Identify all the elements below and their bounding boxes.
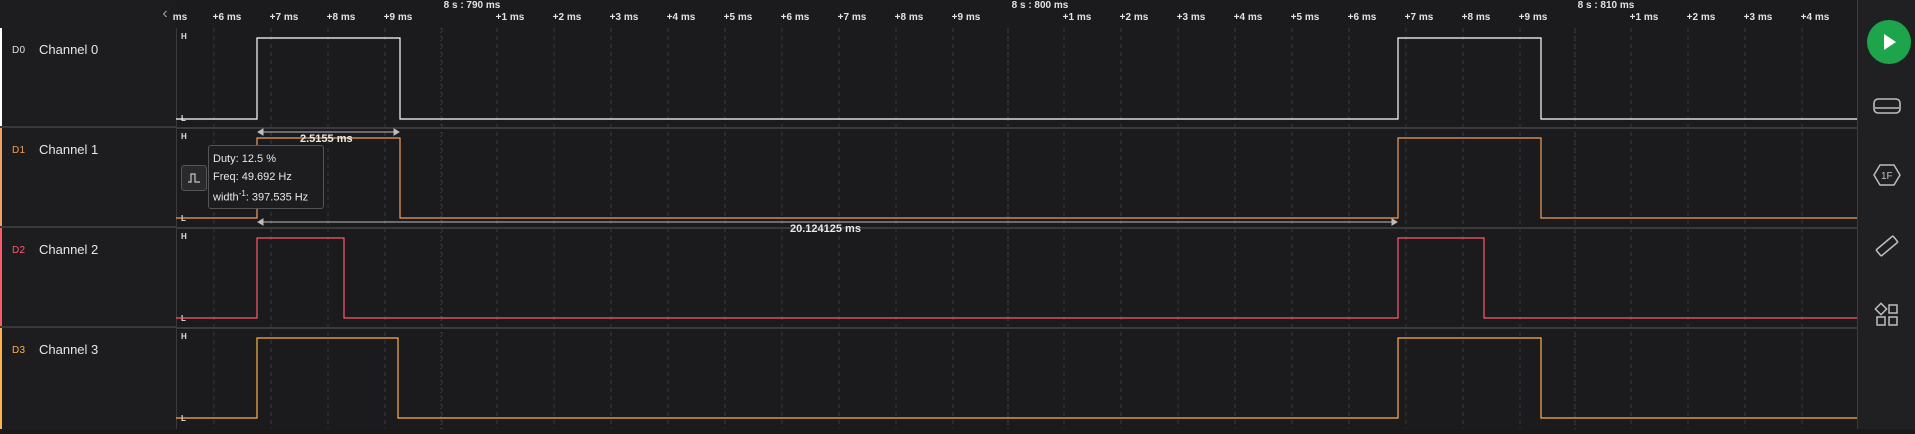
channel-separators (176, 127, 1857, 329)
device-icon (1873, 98, 1901, 114)
ruler-tick-label: +3 ms (1743, 12, 1773, 23)
level-high-label: H (181, 132, 187, 141)
ruler-tick-label: +4 ms (1233, 12, 1263, 23)
ruler-tick-label: +1 ms (1062, 12, 1092, 23)
ruler-tick-label: +7 ms (1404, 12, 1434, 23)
tooltip-freq: Freq: 49.692 Hz (213, 171, 292, 183)
measurement-toggle-button[interactable] (181, 165, 207, 191)
ruler-tick-label: +6 ms (212, 12, 242, 23)
channel-name: Channel 2 (39, 242, 99, 257)
waveform-canvas[interactable]: H L H L H L H L (176, 28, 1857, 429)
ruler-tick-label: +4 ms (1800, 12, 1830, 23)
channel-name: Channel 0 (39, 42, 99, 57)
ruler-major-label: 8 s : 800 ms (1011, 0, 1069, 11)
waveform-area[interactable]: H L H L H L H L (176, 28, 1857, 429)
extensions-icon (1874, 302, 1898, 326)
ruler-tick-label: +8 ms (326, 12, 356, 23)
channel-id: D3 (12, 345, 26, 356)
time-ruler[interactable]: 8 s : 790 ms 8 s : 800 ms 8 s : 810 ms m… (172, 0, 1857, 28)
channel-id: D0 (12, 45, 26, 56)
ruler-icon (1875, 235, 1899, 257)
ruler-tick-label: +6 ms (780, 12, 810, 23)
channel-label-1[interactable]: D1 Channel 1 (0, 128, 176, 228)
ruler-tick-label: +9 ms (951, 12, 981, 23)
ruler-tick-label: +2 ms (552, 12, 582, 23)
ruler-tick-label: +5 ms (1290, 12, 1320, 23)
channel-labels-panel: ‹ D0 Channel 0 D1 Channel 1 D2 Channel 2… (0, 0, 177, 429)
play-button[interactable] (1867, 20, 1911, 64)
channel-2-waveform (176, 237, 1857, 319)
tooltip-duty: Duty: 12.5 % (213, 153, 276, 165)
channel-label-0[interactable]: D0 Channel 0 (0, 28, 176, 128)
channel-label-3[interactable]: D3 Channel 3 (0, 328, 176, 429)
channel-color-bar (0, 228, 2, 326)
ruler-tick-label: +7 ms (269, 12, 299, 23)
device-button[interactable] (1871, 90, 1903, 122)
ruler-major-label: 8 s : 790 ms (443, 0, 501, 11)
level-high-label: H (181, 232, 187, 241)
ruler-tick-label: +1 ms (1629, 12, 1659, 23)
ruler-tick-label: ms (172, 12, 188, 23)
tooltip-width-exponent: -1 (238, 189, 246, 198)
channel-color-bar (0, 128, 2, 226)
ruler-tick-label: +1 ms (495, 12, 525, 23)
tooltip-width-value: : 397.535 Hz (245, 191, 309, 204)
play-icon (1884, 34, 1896, 50)
extensions-button[interactable] (1871, 299, 1903, 331)
svg-text:1F: 1F (1881, 171, 1893, 182)
pulse-measure-icon (188, 173, 200, 183)
pulse-width-measurement: 2.5155 ms (300, 133, 353, 145)
ruler-major-label: 8 s : 810 ms (1577, 0, 1635, 11)
ruler-tick-label: +2 ms (1686, 12, 1716, 23)
channel-color-bar (0, 28, 2, 126)
ruler-tick-label: +7 ms (837, 12, 867, 23)
tooltip-width-label: width (213, 191, 239, 204)
channel-0-waveform (176, 37, 1857, 120)
ruler-tick-label: +8 ms (1461, 12, 1491, 23)
collapse-panel-icon[interactable]: ‹ (157, 4, 173, 24)
ruler-tick-label: +4 ms (666, 12, 696, 23)
ruler-tick-label: +3 ms (609, 12, 639, 23)
channel-label-2[interactable]: D2 Channel 2 (0, 228, 176, 328)
analyzer-icon: 1F (1873, 164, 1901, 186)
right-toolbar: 1F (1857, 0, 1915, 429)
channel-3-waveform (176, 337, 1857, 419)
ruler-tick-label: +2 ms (1119, 12, 1149, 23)
tooltip-width: width-1: 397.535 Hz (213, 189, 308, 204)
ruler-tick-label: +5 ms (723, 12, 753, 23)
channel-color-bar (0, 328, 2, 429)
period-measurement: 20.124125 ms (790, 223, 861, 235)
channel-id: D1 (12, 145, 26, 156)
channel-id: D2 (12, 245, 26, 256)
level-high-label: H (181, 32, 187, 41)
ruler-tick-label: +6 ms (1347, 12, 1377, 23)
channel-1-waveform (176, 137, 1857, 219)
ruler-tick-label: +3 ms (1176, 12, 1206, 23)
channel-name: Channel 3 (39, 342, 99, 357)
analyzer-button[interactable]: 1F (1871, 159, 1903, 191)
channel-name: Channel 1 (39, 142, 99, 157)
ruler-tick-label: +9 ms (1518, 12, 1548, 23)
logic-analyzer-window: ‹ D0 Channel 0 D1 Channel 1 D2 Channel 2… (0, 0, 1915, 429)
measure-button[interactable] (1871, 230, 1903, 262)
ruler-tick-label: +9 ms (383, 12, 413, 23)
measurement-tooltip: Duty: 12.5 % Freq: 49.692 Hz width-1: 39… (208, 145, 324, 209)
ruler-tick-label: +8 ms (894, 12, 924, 23)
level-high-label: H (181, 332, 187, 341)
